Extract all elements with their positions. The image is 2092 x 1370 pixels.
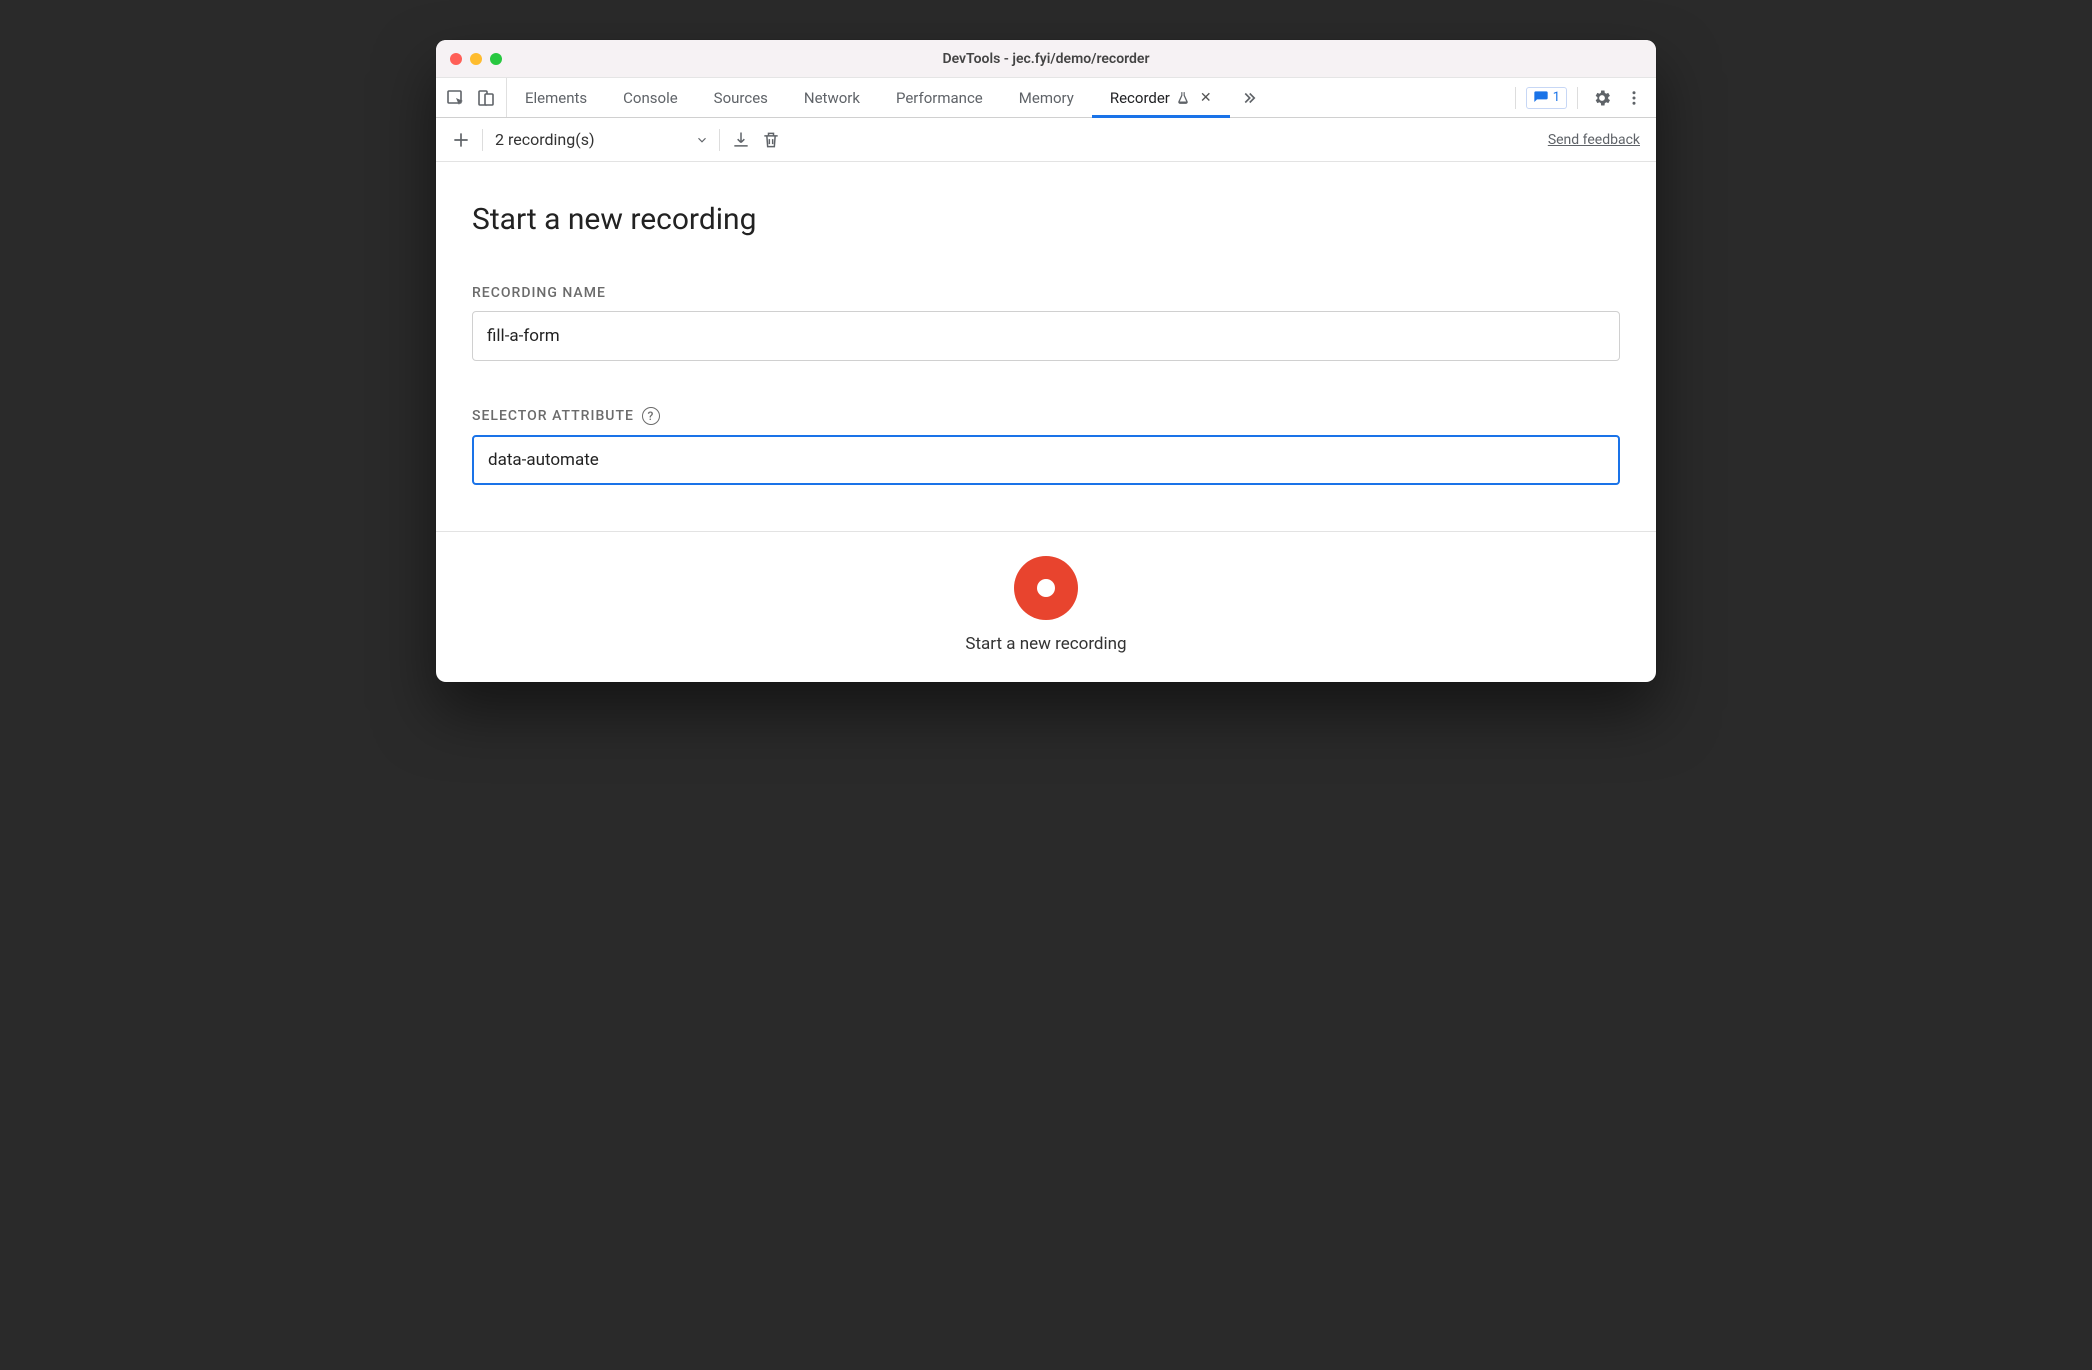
recordings-dropdown[interactable]: 2 recording(s) xyxy=(489,130,713,149)
tabstrip: Elements Console Sources Network Perform… xyxy=(436,78,1656,118)
titlebar: DevTools - jec.fyi/demo/recorder xyxy=(436,40,1656,78)
recorder-footer: Start a new recording xyxy=(436,531,1656,682)
tab-console[interactable]: Console xyxy=(605,78,696,117)
separator xyxy=(1515,87,1516,109)
chevron-down-icon xyxy=(695,133,709,147)
separator xyxy=(1577,87,1578,109)
export-button[interactable] xyxy=(726,125,756,155)
record-icon xyxy=(1037,579,1055,597)
tab-network[interactable]: Network xyxy=(786,78,878,117)
selector-attribute-field: SELECTOR ATTRIBUTE ? xyxy=(472,407,1620,485)
selector-attribute-label: SELECTOR ATTRIBUTE ? xyxy=(472,407,1620,425)
device-toolbar-icon[interactable] xyxy=(476,88,496,108)
close-window-button[interactable] xyxy=(450,53,462,65)
send-feedback-link[interactable]: Send feedback xyxy=(1548,132,1646,148)
recorder-content: Start a new recording RECORDING NAME SEL… xyxy=(436,162,1656,531)
help-icon[interactable]: ? xyxy=(642,407,660,425)
new-recording-button[interactable] xyxy=(446,125,476,155)
tab-recorder[interactable]: Recorder ✕ xyxy=(1092,78,1230,117)
settings-button[interactable] xyxy=(1588,84,1616,112)
recordings-count-label: 2 recording(s) xyxy=(495,130,595,149)
tab-sources[interactable]: Sources xyxy=(696,78,786,117)
tab-performance[interactable]: Performance xyxy=(878,78,1001,117)
tab-elements[interactable]: Elements xyxy=(507,78,605,117)
tabstrip-right: 1 xyxy=(1501,78,1656,117)
close-tab-icon[interactable]: ✕ xyxy=(1200,90,1212,106)
recording-name-input[interactable] xyxy=(472,311,1620,361)
page-title: Start a new recording xyxy=(472,202,1620,237)
recorder-toolbar: 2 recording(s) Send feedback xyxy=(436,118,1656,162)
devtools-window: DevTools - jec.fyi/demo/recorder Element… xyxy=(436,40,1656,682)
issues-badge[interactable]: 1 xyxy=(1526,87,1567,109)
window-title: DevTools - jec.fyi/demo/recorder xyxy=(436,51,1656,67)
tab-memory[interactable]: Memory xyxy=(1001,78,1092,117)
recording-name-label: RECORDING NAME xyxy=(472,285,1620,301)
window-controls xyxy=(436,53,502,65)
selector-attribute-input[interactable] xyxy=(472,435,1620,485)
issues-count: 1 xyxy=(1553,90,1560,105)
panel-tabs: Elements Console Sources Network Perform… xyxy=(507,78,1501,117)
flask-icon xyxy=(1176,91,1190,105)
separator xyxy=(482,129,483,151)
fullscreen-window-button[interactable] xyxy=(490,53,502,65)
start-recording-label: Start a new recording xyxy=(965,634,1126,654)
separator xyxy=(719,129,720,151)
more-tabs-button[interactable] xyxy=(1230,78,1268,117)
kebab-menu-button[interactable] xyxy=(1620,84,1648,112)
start-recording-button[interactable] xyxy=(1014,556,1078,620)
inspect-tools xyxy=(436,78,507,117)
recording-name-field: RECORDING NAME xyxy=(472,285,1620,361)
minimize-window-button[interactable] xyxy=(470,53,482,65)
inspect-element-icon[interactable] xyxy=(446,88,466,108)
delete-button[interactable] xyxy=(756,125,786,155)
